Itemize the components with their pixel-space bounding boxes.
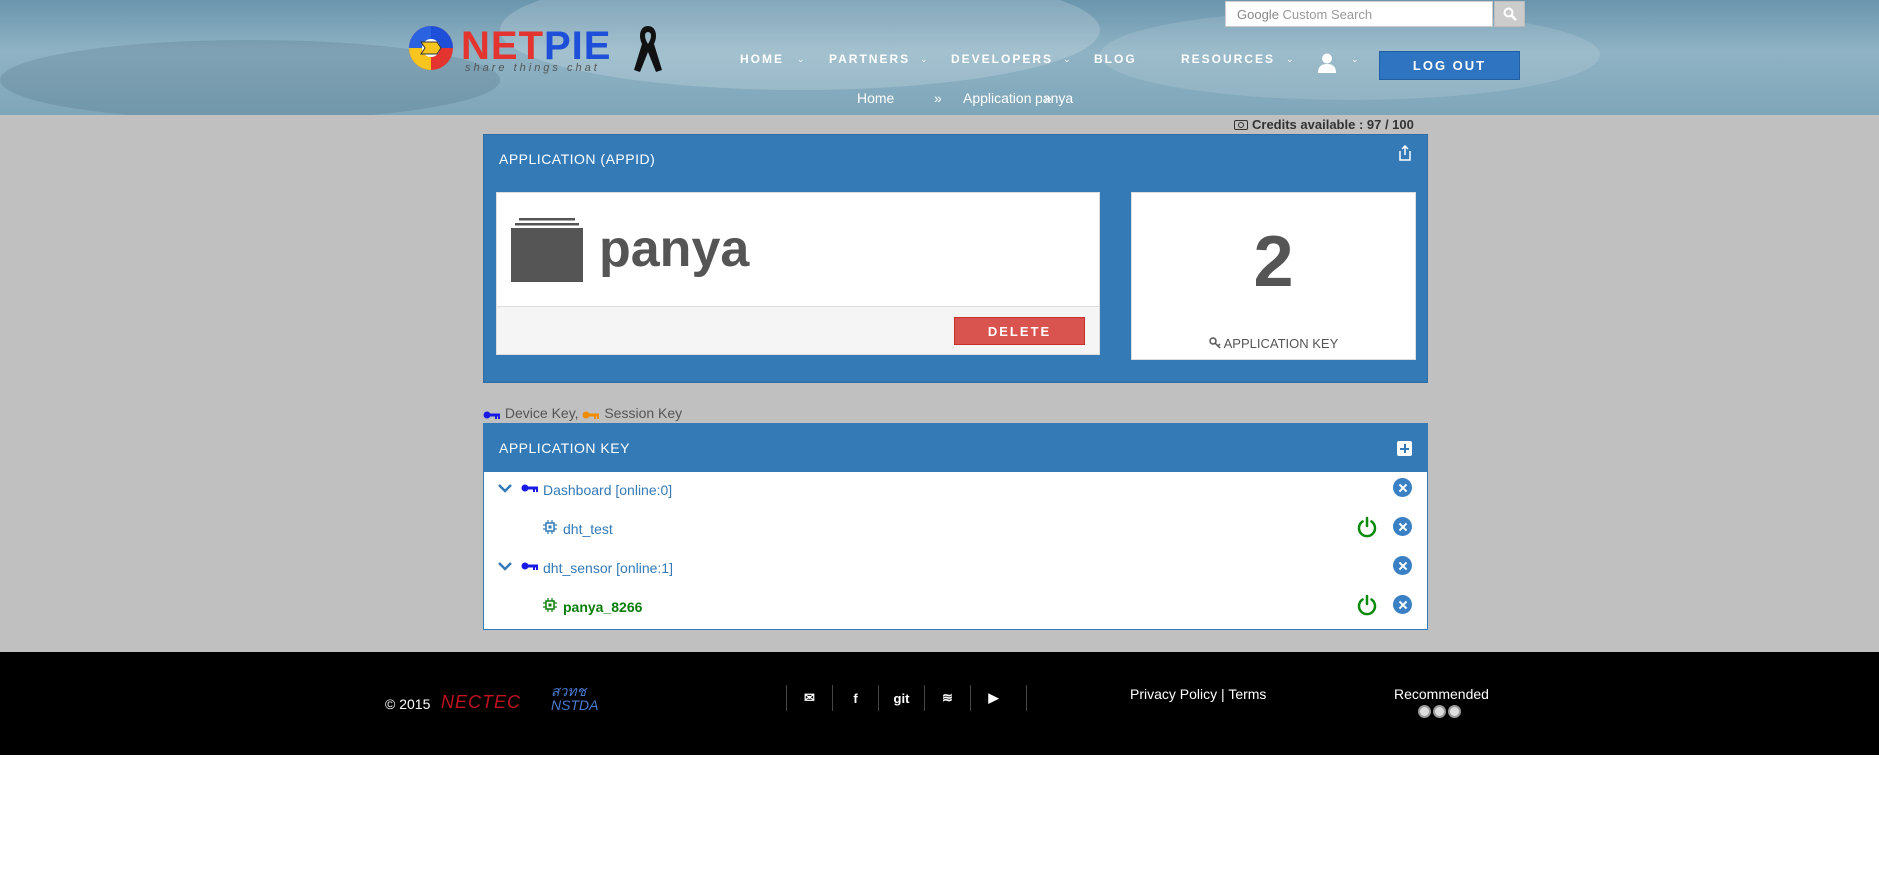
chevron-down-icon[interactable]: ⌄ [920,54,928,65]
chevron-down-icon[interactable] [498,561,512,571]
credits-label: Credits available : 97 / 100 [1252,117,1414,132]
nectec-logo[interactable]: NECTEC [441,692,521,713]
key-legend: Device Key, Session Key [483,405,682,421]
device-row: panya_8266 [484,589,1427,627]
key-count: 2 [1253,222,1294,302]
application-key-count-card[interactable]: 2 APPLICATION KEY [1131,192,1416,360]
safari-icon [1448,705,1461,718]
logout-button[interactable]: LOG OUT [1379,51,1520,80]
power-icon[interactable] [1356,516,1378,538]
nav-partners[interactable]: PARTNERS [829,52,910,66]
session-key-icon [582,411,600,419]
divider [1026,685,1027,711]
panel-title: APPLICATION (APPID) [499,151,656,167]
panel-title: APPLICATION KEY [499,440,630,456]
search-icon [1503,7,1517,21]
remove-key-button[interactable] [1393,478,1412,497]
custom-search: Google Custom Search [1225,1,1525,27]
remove-device-button[interactable] [1393,517,1412,536]
nav-home[interactable]: HOME [740,52,784,66]
chevron-down-icon[interactable]: ⌄ [1351,54,1359,65]
site-header: NETPIE share things chat Google Custom S… [0,0,1879,115]
key-label[interactable]: Dashboard [online:0] [543,482,672,498]
recommended-browsers [1418,705,1463,719]
facebook-icon[interactable]: f [832,685,878,711]
breadcrumb-home[interactable]: Home [857,90,894,106]
credits-available: Credits available : 97 / 100 [1234,117,1414,132]
legal-links: Privacy Policy | Terms [1130,686,1266,702]
key-row: Dashboard [online:0] [484,472,1427,510]
key-icon [1208,337,1221,349]
nstda-logo[interactable]: สวทช NSTDA [551,684,598,712]
chevron-down-icon[interactable]: ⌄ [797,54,805,65]
site-footer: © 2015 NECTEC สวทช NSTDA ✉ f git ≋ ▶ Pri… [0,652,1879,755]
breadcrumb-application[interactable]: Application [963,90,1032,106]
remove-key-button[interactable] [1393,556,1412,575]
device-row: dht_test [484,511,1427,549]
nav-blog[interactable]: BLOG [1094,52,1137,66]
delete-button[interactable]: DELETE [954,317,1085,345]
git-icon[interactable]: git [878,685,924,711]
main-nav: HOME ⌄ PARTNERS ⌄ DEVELOPERS ⌄ BLOG RESO… [0,52,1879,72]
firefox-icon [1433,705,1446,718]
docs-icon[interactable]: ≋ [924,685,970,711]
nav-developers[interactable]: DEVELOPERS [951,52,1053,66]
privacy-policy-link[interactable]: Privacy Policy [1130,686,1217,702]
key-label[interactable]: dht_sensor [online:1] [543,560,673,576]
panel-header: APPLICATION KEY [484,424,1427,472]
link-separator: | [1221,686,1225,702]
breadcrumb-separator: » [934,90,942,106]
search-button[interactable] [1494,1,1525,27]
folder-icon [511,218,583,282]
chrome-icon [1418,705,1431,718]
device-key-icon [521,562,538,570]
application-key-panel: APPLICATION KEY Dashboard [online:0] dht… [483,423,1428,630]
application-panel: APPLICATION (APPID) panya DELETE 2 APPLI… [483,134,1428,383]
user-icon[interactable] [1316,52,1338,74]
device-label[interactable]: dht_test [563,521,613,537]
youtube-icon[interactable]: ▶ [970,685,1016,711]
email-icon[interactable]: ✉ [786,685,832,711]
chevron-down-icon[interactable] [498,483,512,493]
chip-icon [543,598,557,612]
remove-device-button[interactable] [1393,595,1412,614]
add-key-icon[interactable] [1397,441,1412,456]
share-icon[interactable] [1398,145,1412,161]
breadcrumb-current-label: panya [1035,90,1074,106]
session-key-label: Session Key [604,405,683,421]
chevron-down-icon[interactable]: ⌄ [1286,54,1294,65]
money-icon [1234,120,1248,130]
device-key-icon [521,484,538,492]
device-key-label: Device Key, [504,405,579,421]
chevron-down-icon[interactable]: ⌄ [1063,54,1071,65]
key-row: dht_sensor [online:1] [484,550,1427,588]
app-name: panya [599,220,750,278]
terms-link[interactable]: Terms [1228,686,1266,702]
chip-icon [543,520,557,534]
device-label-online[interactable]: panya_8266 [563,599,642,615]
copyright: © 2015 [385,696,431,712]
recommended-label: Recommended [1394,686,1489,702]
nav-resources[interactable]: RESOURCES [1181,52,1275,66]
key-count-label: APPLICATION KEY [1132,336,1415,351]
search-input[interactable] [1225,1,1493,27]
breadcrumb: Home » Application » panya [0,90,1879,110]
app-name-card: panya DELETE [496,192,1100,355]
app-card-footer: DELETE [497,306,1099,354]
power-icon[interactable] [1356,594,1378,616]
device-key-icon [483,411,500,419]
